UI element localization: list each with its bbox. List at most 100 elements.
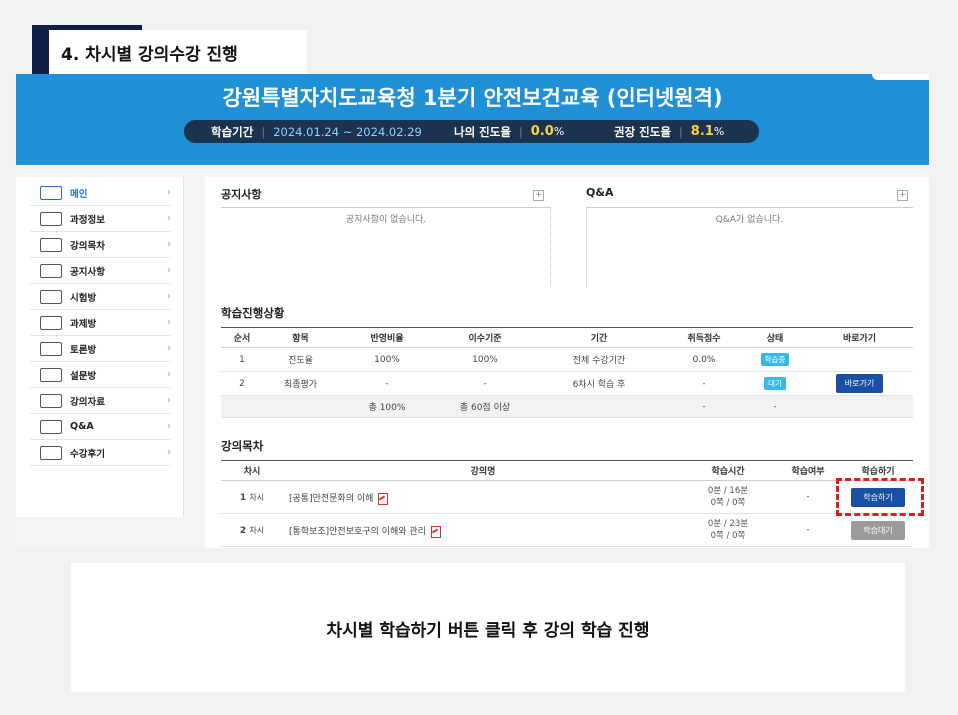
sidebar-item-review[interactable]: 수강후기 › [30, 440, 171, 466]
lecture-unit: 차시 [249, 492, 265, 502]
table-row: 1 진도율 100% 100% 전체 수강기간 0.0% 학습중 [221, 347, 913, 372]
column-header: 순서 [221, 327, 263, 348]
caption-box: 차시별 학습하기 버튼 클릭 후 강의 학습 진행 [71, 563, 905, 692]
goto-cell: 바로가기 [806, 371, 913, 396]
laptop-icon [40, 211, 62, 226]
sidebar-item-label: 공지사항 [70, 266, 105, 278]
chevron-right-icon: › [167, 291, 171, 302]
chevron-right-icon: › [167, 447, 171, 458]
lecture-number-value: 1 [239, 492, 247, 503]
column-header: 이수기준 [436, 327, 534, 348]
item-cell: 최종평가 [263, 371, 338, 396]
course-title: 강원특별자치도교육청 1분기 안전보건교육 (인터넷원격) [222, 86, 723, 110]
lecture-done: - [773, 480, 843, 514]
sidebar-item-notice[interactable]: 공지사항 › [30, 258, 171, 284]
sidebar-item-exam[interactable]: 시험방 › [30, 284, 171, 310]
pencil-icon [40, 289, 62, 304]
highlight-box [836, 478, 924, 516]
period-label: 학습기간 [211, 124, 254, 139]
sidebar-item-survey[interactable]: 설문방 › [30, 362, 171, 388]
progress-table: 순서 항목 반영비율 이수기준 기간 취득점수 상태 바로가기 1 진도율 10… [221, 327, 913, 418]
qa-icon [40, 419, 62, 434]
pdf-icon[interactable] [377, 493, 389, 505]
qna-title: Q&A [586, 186, 614, 199]
order-cell: 2 [221, 371, 263, 396]
plus-icon[interactable]: + [533, 190, 544, 201]
column-header: 항목 [263, 327, 338, 348]
lecture-title-cell: [통학보조]안전보호구의 이해와 관리 [283, 513, 683, 547]
course-banner: 강원특별자치도교육청 1분기 안전보건교육 (인터넷원격) 학습기간 | 202… [16, 74, 929, 165]
separator: | [678, 124, 683, 139]
sidebar-item-lecture-list[interactable]: 강의목차 › [30, 232, 171, 258]
total-score: - [664, 395, 744, 418]
list-icon [40, 237, 62, 252]
status-cell: 학습중 [744, 347, 806, 372]
table-row: 2 차시 [통학보조]안전보호구의 이해와 관리 0분 / 23분 0쪽 / 0쪽… [221, 513, 913, 547]
sidebar-item-label: 과정정보 [70, 214, 105, 226]
chevron-right-icon: › [167, 265, 171, 276]
goto-exam-button[interactable]: 바로가기 [835, 374, 884, 393]
item-cell: 진도율 [263, 347, 338, 372]
lecture-title[interactable]: [통학보조]안전보호구의 이해와 관리 [289, 527, 426, 537]
divider [586, 207, 913, 208]
progress-section-title: 학습진행상황 [221, 306, 285, 320]
ratio-cell: - [338, 371, 436, 396]
main-content: 공지사항 + 공지사항이 없습니다. Q&A + Q&A가 없습니다. 학습진행… [205, 177, 929, 548]
chat-icon [40, 341, 62, 356]
criteria-cell: 100% [436, 347, 534, 372]
separator: | [518, 124, 523, 139]
sidebar-item-label: 토론방 [70, 344, 97, 356]
column-header: 차시 [221, 460, 283, 481]
lecture-time: 0분 / 23분 [707, 519, 749, 529]
pdf-icon[interactable] [430, 526, 441, 538]
criteria-cell: - [436, 371, 534, 396]
score-cell: - [664, 371, 744, 396]
lecture-table: 차시 강의명 학습시간 학습여부 학습하기 1 차시 [공통]안전문화의 이해 … [221, 460, 913, 547]
sidebar-item-main[interactable]: 메인 › [30, 180, 171, 206]
survey-icon [40, 367, 62, 382]
sidebar-item-discussion[interactable]: 토론방 › [30, 336, 171, 362]
lecture-unit: 차시 [249, 525, 265, 535]
sidebar-item-assignment[interactable]: 과제방 › [30, 310, 171, 336]
lectures-section-title: 강의목차 [221, 439, 264, 453]
notice-title: 공지사항 [221, 188, 262, 201]
home-icon [40, 185, 62, 200]
lms-screenshot: 강원특별자치도교육청 1분기 안전보건교육 (인터넷원격) 학습기간 | 202… [16, 74, 929, 548]
lecture-pages: 0쪽 / 0쪽 [710, 498, 746, 508]
recommended-progress-value: 8.1 [690, 124, 714, 139]
sidebar-item-materials[interactable]: 강의자료 › [30, 388, 171, 414]
sidebar-item-label: 시험방 [70, 292, 97, 304]
chevron-right-icon: › [167, 317, 171, 328]
sidebar-item-label: 수강후기 [70, 448, 105, 460]
sidebar: 메인 › 과정정보 › 강의목차 › 공지사항 › 시험방 › 과제방 › 토론… [16, 177, 184, 517]
empty-cell [263, 395, 338, 418]
percent-sign: % [553, 125, 565, 138]
column-header: 강의명 [283, 460, 683, 481]
lecture-time: 0분 / 16분 [707, 486, 749, 496]
lecture-title-cell: [공통]안전문화의 이해 [283, 480, 683, 514]
chevron-right-icon: › [167, 187, 171, 198]
goto-cell [806, 347, 913, 372]
user-icon[interactable] [872, 74, 929, 80]
review-icon [40, 445, 62, 460]
document-icon [40, 315, 62, 330]
sidebar-item-label: 강의자료 [70, 396, 105, 408]
score-cell: 0.0% [664, 347, 744, 372]
plus-icon[interactable]: + [897, 190, 908, 201]
divider [586, 207, 587, 287]
chevron-right-icon: › [167, 395, 171, 406]
lecture-title[interactable]: [공통]안전문화의 이해 [289, 494, 373, 504]
sidebar-item-qna[interactable]: Q&A › [30, 414, 171, 440]
total-criteria: 총 60점 이상 [436, 395, 534, 418]
order-cell: 1 [221, 347, 263, 372]
sidebar-item-label: 과제방 [70, 318, 97, 330]
sidebar-item-label: 메인 [70, 188, 88, 200]
notice-empty-message: 공지사항이 없습니다. [345, 215, 427, 225]
sidebar-item-course-info[interactable]: 과정정보 › [30, 206, 171, 232]
lecture-number: 2 차시 [221, 513, 283, 547]
total-status: - [744, 395, 806, 418]
ratio-cell: 100% [338, 347, 436, 372]
status-badge: 대기 [764, 377, 786, 390]
step-title: 4. 차시별 강의수강 진행 [49, 30, 307, 74]
table-row: 1 차시 [공통]안전문화의 이해 0분 / 16분 0쪽 / 0쪽 - 학습하기 [221, 480, 913, 514]
